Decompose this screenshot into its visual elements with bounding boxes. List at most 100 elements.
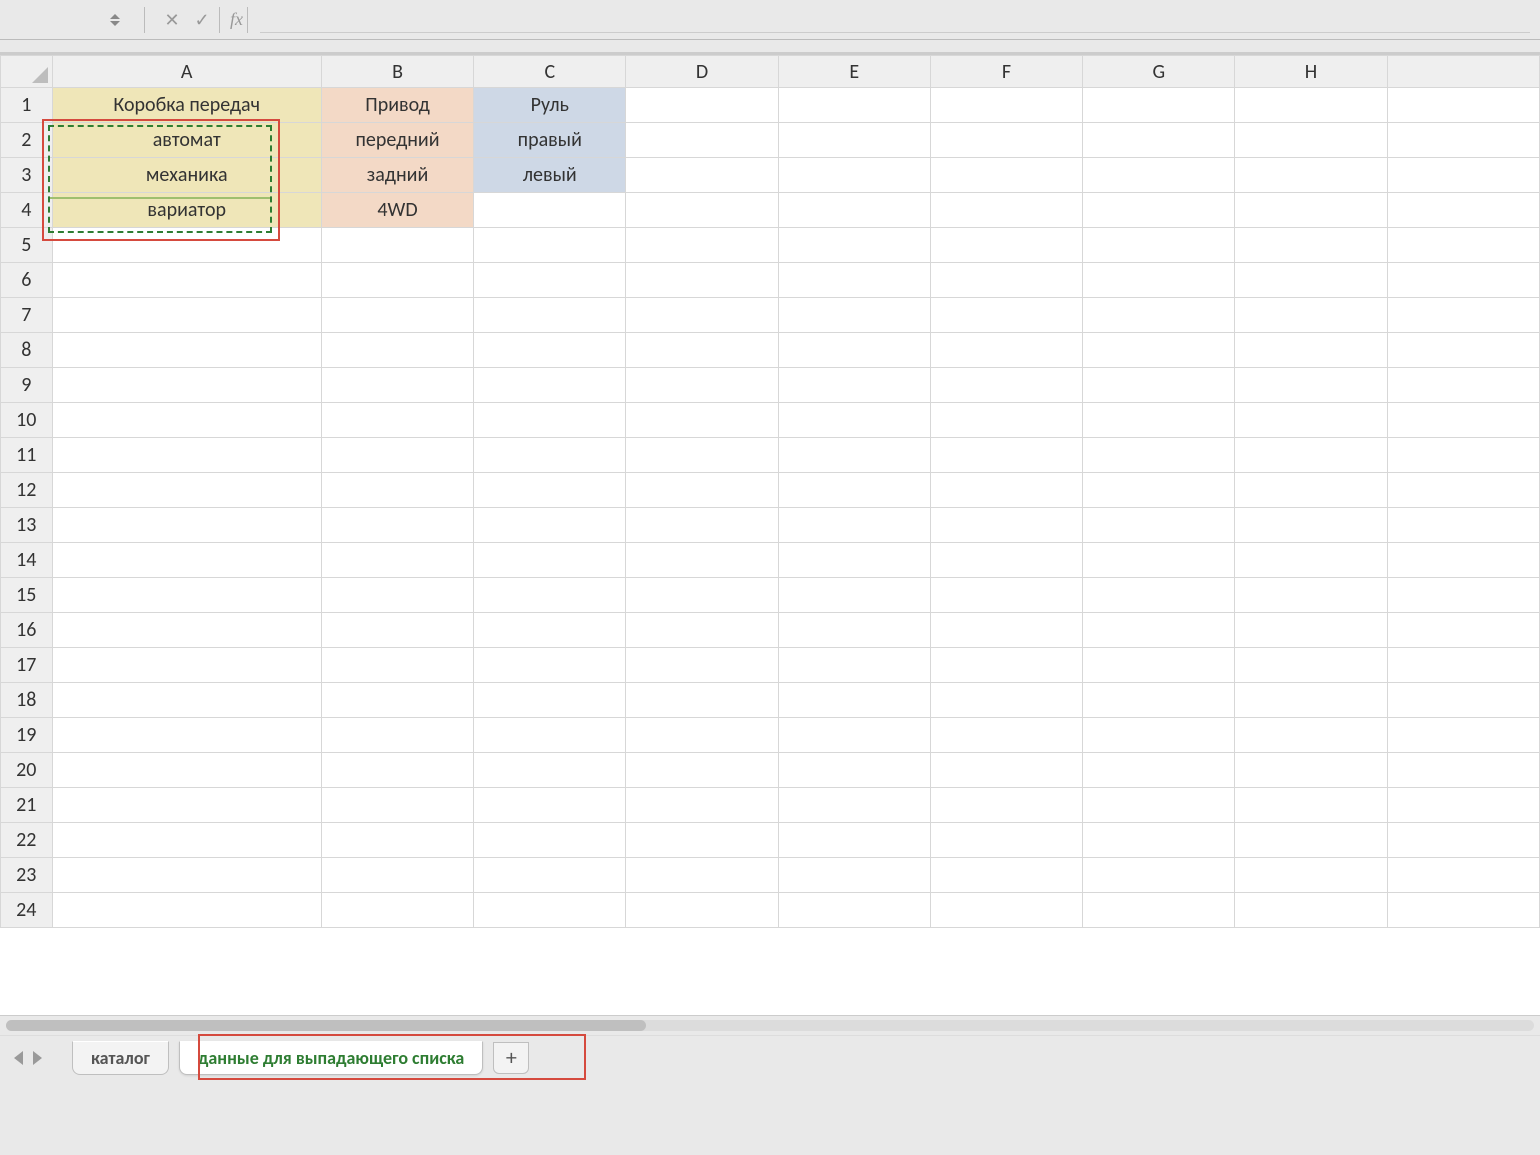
cell[interactable] [626,403,778,438]
col-header-extra[interactable] [1387,56,1539,88]
cell[interactable] [1083,473,1235,508]
cell[interactable] [626,788,778,823]
cell[interactable] [1387,648,1539,683]
cell[interactable] [474,578,626,613]
cell[interactable] [52,543,321,578]
cell[interactable] [1083,508,1235,543]
cell[interactable] [930,788,1082,823]
cell[interactable] [778,438,930,473]
cell[interactable] [1387,333,1539,368]
cell[interactable] [1387,683,1539,718]
cell[interactable] [1235,298,1387,333]
cell[interactable] [52,403,321,438]
cell-C3[interactable]: левый [474,158,626,193]
cell[interactable] [1235,683,1387,718]
cell[interactable] [1235,858,1387,893]
cell[interactable] [474,823,626,858]
add-sheet-button[interactable]: + [493,1042,529,1074]
cell[interactable] [778,403,930,438]
cell[interactable] [1235,158,1387,193]
cell-A1[interactable]: Коробка передач [52,88,321,123]
cell[interactable] [1083,263,1235,298]
cell[interactable] [1235,88,1387,123]
cell[interactable] [778,508,930,543]
scrollbar-thumb[interactable] [6,1020,646,1031]
cell[interactable] [52,578,321,613]
row-header-7[interactable]: 7 [1,298,53,333]
cell[interactable] [930,368,1082,403]
cell[interactable] [1083,298,1235,333]
row-header-15[interactable]: 15 [1,578,53,613]
cell[interactable] [626,473,778,508]
cell[interactable] [778,88,930,123]
cell[interactable] [930,613,1082,648]
cell[interactable] [1387,298,1539,333]
tab-nav-prev-icon[interactable] [14,1051,23,1065]
cell[interactable] [1387,893,1539,928]
cell-A3[interactable]: механика [52,158,321,193]
cell[interactable] [1387,438,1539,473]
cell[interactable] [1235,473,1387,508]
cell[interactable] [930,473,1082,508]
cell[interactable] [1235,718,1387,753]
cell-B2[interactable]: передний [321,123,473,158]
cell[interactable] [474,403,626,438]
row-header-2[interactable]: 2 [1,123,53,158]
row-header-10[interactable]: 10 [1,403,53,438]
row-header-1[interactable]: 1 [1,88,53,123]
cell[interactable] [321,718,473,753]
cell[interactable] [626,88,778,123]
row-header-20[interactable]: 20 [1,753,53,788]
sheet-tab-dropdown-data[interactable]: данные для выпадающего списка [179,1041,483,1075]
cell[interactable] [1083,683,1235,718]
cell[interactable] [1235,193,1387,228]
row-header-4[interactable]: 4 [1,193,53,228]
cell[interactable] [52,368,321,403]
cell[interactable] [930,893,1082,928]
cell[interactable] [778,368,930,403]
cell[interactable] [52,263,321,298]
cell[interactable] [52,508,321,543]
cell[interactable] [1083,368,1235,403]
row-header-8[interactable]: 8 [1,333,53,368]
cell[interactable] [778,263,930,298]
row-header-6[interactable]: 6 [1,263,53,298]
cancel-button[interactable]: ✕ [159,7,185,33]
cell[interactable] [1235,263,1387,298]
cell[interactable] [1083,753,1235,788]
cell[interactable] [474,683,626,718]
cell[interactable] [930,403,1082,438]
cell[interactable] [474,543,626,578]
cell[interactable] [626,368,778,403]
row-header-21[interactable]: 21 [1,788,53,823]
cell-B3[interactable]: задний [321,158,473,193]
cell[interactable] [626,578,778,613]
cell[interactable] [930,263,1082,298]
cell[interactable] [1235,648,1387,683]
row-header-16[interactable]: 16 [1,613,53,648]
cell[interactable] [321,263,473,298]
cell[interactable] [1235,403,1387,438]
cell[interactable] [778,228,930,263]
tab-nav-next-icon[interactable] [33,1051,42,1065]
cell[interactable] [626,438,778,473]
cell[interactable] [930,88,1082,123]
cell[interactable] [1083,648,1235,683]
cell[interactable] [930,683,1082,718]
cell[interactable] [1083,88,1235,123]
cell[interactable] [321,333,473,368]
cell[interactable] [1387,158,1539,193]
row-header-5[interactable]: 5 [1,228,53,263]
row-header-13[interactable]: 13 [1,508,53,543]
cell[interactable] [1387,613,1539,648]
cell[interactable] [1083,613,1235,648]
col-header-G[interactable]: G [1083,56,1235,88]
cell[interactable] [778,718,930,753]
cell[interactable] [1235,508,1387,543]
cell[interactable] [1387,718,1539,753]
cell[interactable] [930,508,1082,543]
cell[interactable] [321,648,473,683]
cell[interactable] [1387,228,1539,263]
sheet-tab-catalog[interactable]: каталог [72,1041,169,1075]
cell[interactable] [474,788,626,823]
